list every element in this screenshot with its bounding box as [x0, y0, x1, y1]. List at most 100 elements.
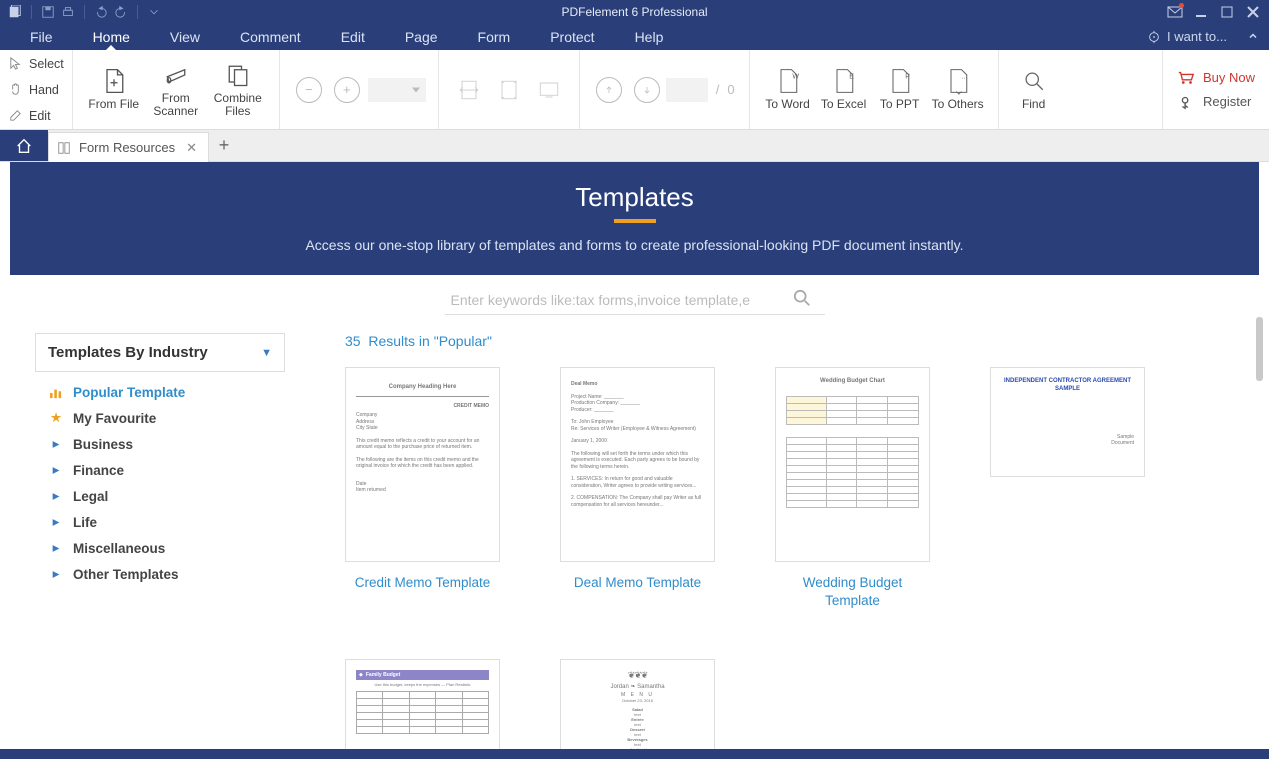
undo-icon[interactable] — [94, 5, 108, 19]
template-thumb: Company Heading Here CREDIT MEMO Company… — [345, 367, 500, 562]
triangle-icon: ▸ — [49, 566, 63, 582]
template-card[interactable]: INDEPENDENT CONTRACTOR AGREEMENTSAMPLE S… — [990, 367, 1145, 609]
combine-label: Combine Files — [207, 92, 269, 118]
next-page-button — [634, 77, 660, 103]
scrollbar[interactable] — [1256, 317, 1263, 381]
collapse-ribbon-icon[interactable] — [1247, 29, 1259, 45]
to-word-label: To Word — [765, 98, 809, 111]
template-thumb: ❦❦❦Jordan ❧ SamanthaM E N UOctober 23, 2… — [560, 659, 715, 749]
to-ppt-label: To PPT — [880, 98, 919, 111]
to-ppt-button[interactable]: P To PPT — [872, 55, 928, 125]
hero-subtitle: Access our one-stop library of templates… — [10, 237, 1259, 253]
select-tool[interactable]: Select — [8, 53, 64, 75]
triangle-icon: ▸ — [49, 462, 63, 478]
menu-view[interactable]: View — [150, 23, 220, 50]
svg-text:W: W — [792, 74, 799, 81]
i-want-to-label: I want to... — [1167, 29, 1227, 44]
search-input[interactable] — [451, 292, 781, 308]
template-title: Credit Memo Template — [345, 574, 500, 592]
template-title: Deal Memo Template — [560, 574, 715, 592]
to-others-button[interactable]: ...To Others — [928, 55, 988, 125]
cat-label: Business — [73, 437, 133, 452]
templates-by-industry-dropdown[interactable]: Templates By Industry ▼ — [35, 333, 285, 372]
to-excel-label: To Excel — [821, 98, 866, 111]
search-icon[interactable] — [793, 289, 811, 310]
app-logo-icon — [8, 5, 22, 19]
app-title: PDFelement 6 Professional — [561, 5, 707, 19]
tab-form-resources[interactable]: Form Resources ✕ — [48, 132, 209, 162]
fit-screen-button — [529, 55, 569, 125]
sidebar-header-label: Templates By Industry — [48, 344, 208, 361]
find-label: Find — [1022, 98, 1045, 111]
titlebar-dropdown-icon[interactable] — [147, 5, 161, 19]
to-excel-button[interactable]: ETo Excel — [816, 55, 872, 125]
register-button[interactable]: Register — [1177, 94, 1255, 110]
menu-help[interactable]: Help — [615, 23, 684, 50]
cat-legal[interactable]: ▸Legal — [39, 483, 281, 509]
template-card[interactable]: Wedding Budget Chart Wedding Budget Temp… — [775, 367, 930, 609]
template-card[interactable]: Deal Memo Project Name: _______Productio… — [560, 367, 715, 609]
hand-tool[interactable]: Hand — [8, 79, 64, 101]
menu-comment[interactable]: Comment — [220, 23, 321, 50]
redo-icon[interactable] — [114, 5, 128, 19]
buy-now-button[interactable]: Buy Now — [1177, 70, 1255, 86]
menu-file[interactable]: File — [10, 23, 73, 50]
template-card[interactable]: ❦❦❦Jordan ❧ SamanthaM E N UOctober 23, 2… — [560, 659, 715, 749]
from-file-label: From File — [88, 98, 139, 111]
edit-label: Edit — [29, 109, 51, 123]
results-count: 35 Results in "Popular" — [345, 333, 1234, 349]
cat-other-templates[interactable]: ▸Other Templates — [39, 561, 281, 587]
cat-my-favourite[interactable]: ★My Favourite — [39, 405, 281, 431]
cat-life[interactable]: ▸Life — [39, 509, 281, 535]
home-tab-button[interactable] — [0, 130, 48, 161]
titlebar-save-icon[interactable] — [41, 5, 55, 19]
popular-icon — [49, 387, 63, 399]
select-label: Select — [29, 57, 64, 71]
minimize-icon[interactable] — [1193, 4, 1209, 20]
page-sep: / — [716, 82, 720, 97]
titlebar-print-icon[interactable] — [61, 5, 75, 19]
to-others-label: To Others — [932, 98, 984, 111]
menu-edit[interactable]: Edit — [321, 23, 385, 50]
triangle-icon: ▸ — [49, 540, 63, 556]
tab-label: Form Resources — [79, 140, 175, 155]
cat-label: Legal — [73, 489, 108, 504]
hand-label: Hand — [29, 83, 59, 97]
menu-protect[interactable]: Protect — [530, 23, 614, 50]
triangle-icon: ▸ — [49, 514, 63, 530]
close-icon[interactable] — [1245, 4, 1261, 20]
cat-popular-template[interactable]: Popular Template — [39, 380, 281, 405]
chevron-down-icon: ▼ — [261, 347, 272, 359]
page-number-field — [666, 78, 708, 102]
svg-text:P: P — [905, 74, 910, 81]
menu-home[interactable]: Home — [73, 23, 150, 50]
find-button[interactable]: Find — [1009, 55, 1059, 125]
edit-tool[interactable]: Edit — [8, 105, 64, 127]
menu-page[interactable]: Page — [385, 23, 458, 50]
template-card[interactable]: ◆Family Budget Use this budget, keeps th… — [345, 659, 500, 749]
zoom-out-button: − — [296, 77, 322, 103]
maximize-icon[interactable] — [1219, 4, 1235, 20]
cat-miscellaneous[interactable]: ▸Miscellaneous — [39, 535, 281, 561]
hero-underline — [614, 219, 656, 223]
to-word-button[interactable]: W To Word — [760, 55, 816, 125]
tab-close-icon[interactable]: ✕ — [183, 140, 200, 156]
menu-form[interactable]: Form — [458, 23, 531, 50]
new-tab-button[interactable]: + — [209, 130, 239, 161]
from-file-button[interactable]: From File — [83, 55, 145, 125]
combine-files-button[interactable]: Combine Files — [207, 55, 269, 125]
template-thumb: ◆Family Budget Use this budget, keeps th… — [345, 659, 500, 749]
count-label: Results in "Popular" — [368, 333, 492, 349]
i-want-to-button[interactable]: I want to... — [1147, 29, 1227, 44]
hero-title: Templates — [10, 182, 1259, 213]
from-scanner-button[interactable]: From Scanner — [145, 55, 207, 125]
prev-page-button — [596, 77, 622, 103]
buy-label: Buy Now — [1203, 70, 1255, 85]
template-card[interactable]: Company Heading Here CREDIT MEMO Company… — [345, 367, 500, 609]
register-label: Register — [1203, 94, 1251, 109]
cat-finance[interactable]: ▸Finance — [39, 457, 281, 483]
fit-width-button — [449, 55, 489, 125]
cat-business[interactable]: ▸Business — [39, 431, 281, 457]
from-scanner-label: From Scanner — [145, 92, 207, 118]
mail-icon[interactable] — [1167, 4, 1183, 20]
